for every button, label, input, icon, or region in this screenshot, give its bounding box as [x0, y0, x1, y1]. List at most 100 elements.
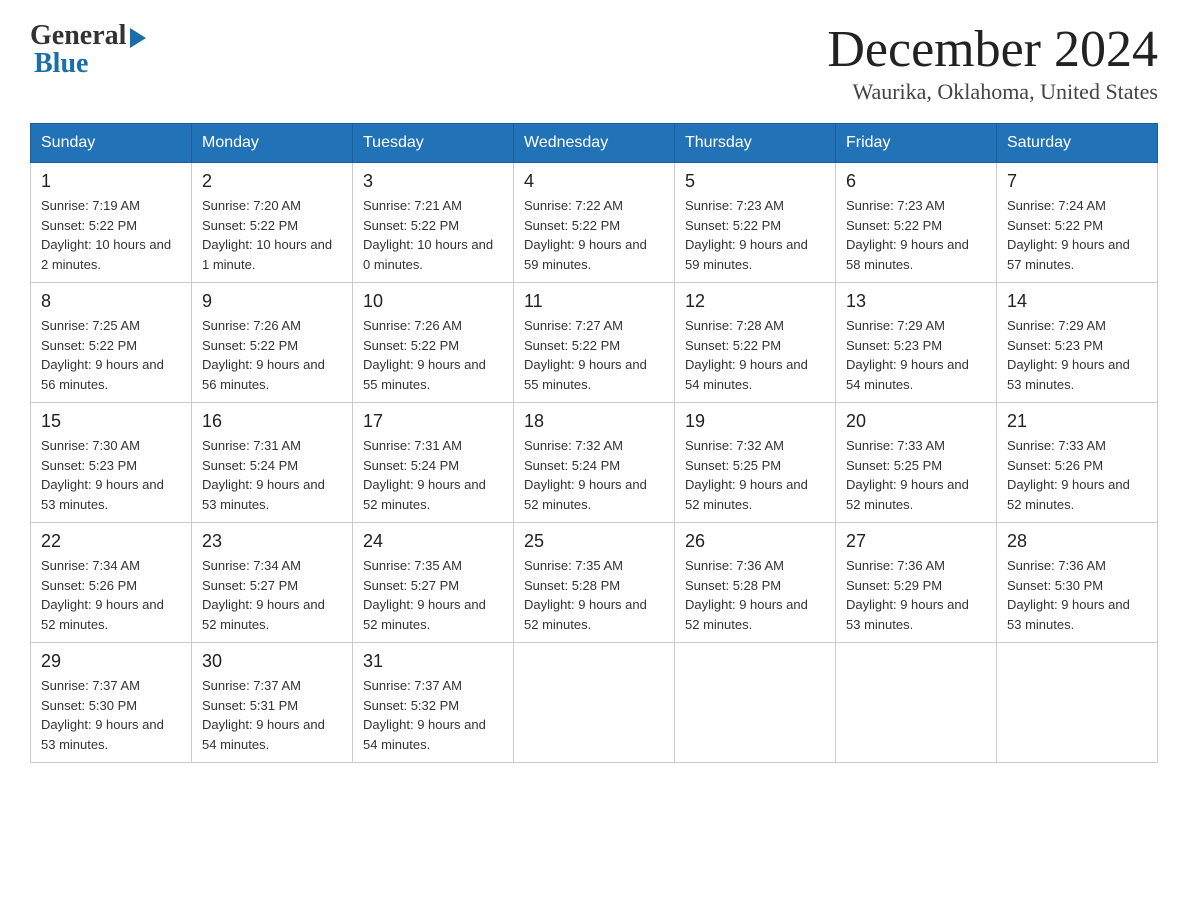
day-info: Sunrise: 7:33 AMSunset: 5:25 PMDaylight:… — [846, 436, 986, 514]
weekday-header-monday: Monday — [192, 124, 353, 163]
calendar-table: SundayMondayTuesdayWednesdayThursdayFrid… — [30, 123, 1158, 763]
calendar-cell: 9 Sunrise: 7:26 AMSunset: 5:22 PMDaylight… — [192, 283, 353, 403]
weekday-header-row: SundayMondayTuesdayWednesdayThursdayFrid… — [31, 124, 1158, 163]
day-info: Sunrise: 7:20 AMSunset: 5:22 PMDaylight:… — [202, 196, 342, 274]
day-number: 26 — [685, 531, 825, 552]
day-info: Sunrise: 7:26 AMSunset: 5:22 PMDaylight:… — [363, 316, 503, 394]
calendar-cell — [997, 643, 1158, 763]
calendar-cell: 30Sunrise: 7:37 AMSunset: 5:31 PMDayligh… — [192, 643, 353, 763]
day-info: Sunrise: 7:37 AMSunset: 5:31 PMDaylight:… — [202, 676, 342, 754]
day-number: 2 — [202, 171, 342, 192]
day-number: 9 — [202, 291, 342, 312]
calendar-cell: 5 Sunrise: 7:23 AMSunset: 5:22 PMDaylight… — [675, 163, 836, 283]
calendar-week-row: 8Sunrise: 7:25 AMSunset: 5:22 PMDaylight… — [31, 283, 1158, 403]
weekday-header-friday: Friday — [836, 124, 997, 163]
calendar-cell: 14 Sunrise: 7:29 AMSunset: 5:23 PMDayligh… — [997, 283, 1158, 403]
header: General Blue December 2024 Waurika, Okla… — [30, 20, 1158, 105]
day-info: Sunrise: 7:23 AMSunset: 5:22 PMDaylight:… — [685, 196, 825, 274]
day-info: Sunrise: 7:35 AMSunset: 5:27 PMDaylight:… — [363, 556, 503, 634]
calendar-cell: 2 Sunrise: 7:20 AMSunset: 5:22 PMDaylight… — [192, 163, 353, 283]
calendar-cell: 6 Sunrise: 7:23 AMSunset: 5:22 PMDaylight… — [836, 163, 997, 283]
day-info: Sunrise: 7:35 AMSunset: 5:28 PMDaylight:… — [524, 556, 664, 634]
weekday-header-sunday: Sunday — [31, 124, 192, 163]
day-number: 4 — [524, 171, 664, 192]
day-info: Sunrise: 7:32 AMSunset: 5:25 PMDaylight:… — [685, 436, 825, 514]
day-number: 19 — [685, 411, 825, 432]
day-info: Sunrise: 7:29 AMSunset: 5:23 PMDaylight:… — [1007, 316, 1147, 394]
day-info: Sunrise: 7:26 AMSunset: 5:22 PMDaylight:… — [202, 316, 342, 394]
day-info: Sunrise: 7:36 AMSunset: 5:28 PMDaylight:… — [685, 556, 825, 634]
title-area: December 2024 Waurika, Oklahoma, United … — [827, 20, 1158, 105]
day-number: 11 — [524, 291, 664, 312]
calendar-cell: 17 Sunrise: 7:31 AMSunset: 5:24 PMDayligh… — [353, 403, 514, 523]
day-info: Sunrise: 7:30 AMSunset: 5:23 PMDaylight:… — [41, 436, 181, 514]
day-number: 23 — [202, 531, 342, 552]
calendar-cell: 19 Sunrise: 7:32 AMSunset: 5:25 PMDayligh… — [675, 403, 836, 523]
day-number: 12 — [685, 291, 825, 312]
calendar-cell: 27Sunrise: 7:36 AMSunset: 5:29 PMDayligh… — [836, 523, 997, 643]
weekday-header-tuesday: Tuesday — [353, 124, 514, 163]
day-number: 22 — [41, 531, 181, 552]
calendar-cell: 22Sunrise: 7:34 AMSunset: 5:26 PMDayligh… — [31, 523, 192, 643]
calendar-cell: 13Sunrise: 7:29 AMSunset: 5:23 PMDayligh… — [836, 283, 997, 403]
day-number: 24 — [363, 531, 503, 552]
day-number: 6 — [846, 171, 986, 192]
calendar-title: December 2024 — [827, 20, 1158, 79]
calendar-week-row: 1Sunrise: 7:19 AMSunset: 5:22 PMDaylight… — [31, 163, 1158, 283]
calendar-week-row: 29Sunrise: 7:37 AMSunset: 5:30 PMDayligh… — [31, 643, 1158, 763]
weekday-header-wednesday: Wednesday — [514, 124, 675, 163]
day-info: Sunrise: 7:24 AMSunset: 5:22 PMDaylight:… — [1007, 196, 1147, 274]
calendar-cell — [675, 643, 836, 763]
logo-arrow-icon — [130, 28, 146, 48]
calendar-cell: 3Sunrise: 7:21 AMSunset: 5:22 PMDaylight… — [353, 163, 514, 283]
calendar-cell: 10Sunrise: 7:26 AMSunset: 5:22 PMDayligh… — [353, 283, 514, 403]
calendar-cell — [514, 643, 675, 763]
day-number: 25 — [524, 531, 664, 552]
day-number: 13 — [846, 291, 986, 312]
day-number: 28 — [1007, 531, 1147, 552]
day-info: Sunrise: 7:28 AMSunset: 5:22 PMDaylight:… — [685, 316, 825, 394]
day-number: 17 — [363, 411, 503, 432]
calendar-cell: 4 Sunrise: 7:22 AMSunset: 5:22 PMDaylight… — [514, 163, 675, 283]
day-number: 8 — [41, 291, 181, 312]
weekday-header-saturday: Saturday — [997, 124, 1158, 163]
day-number: 20 — [846, 411, 986, 432]
weekday-header-thursday: Thursday — [675, 124, 836, 163]
day-info: Sunrise: 7:34 AMSunset: 5:27 PMDaylight:… — [202, 556, 342, 634]
calendar-cell: 15 Sunrise: 7:30 AMSunset: 5:23 PMDayligh… — [31, 403, 192, 523]
calendar-cell: 26 Sunrise: 7:36 AMSunset: 5:28 PMDayligh… — [675, 523, 836, 643]
calendar-subtitle: Waurika, Oklahoma, United States — [827, 79, 1158, 105]
calendar-cell: 24 Sunrise: 7:35 AMSunset: 5:27 PMDayligh… — [353, 523, 514, 643]
day-number: 5 — [685, 171, 825, 192]
day-number: 21 — [1007, 411, 1147, 432]
calendar-cell: 20 Sunrise: 7:33 AMSunset: 5:25 PMDayligh… — [836, 403, 997, 523]
day-info: Sunrise: 7:31 AMSunset: 5:24 PMDaylight:… — [202, 436, 342, 514]
day-number: 15 — [41, 411, 181, 432]
logo-blue-text: Blue — [34, 48, 88, 80]
day-info: Sunrise: 7:27 AMSunset: 5:22 PMDaylight:… — [524, 316, 664, 394]
calendar-cell: 8Sunrise: 7:25 AMSunset: 5:22 PMDaylight… — [31, 283, 192, 403]
day-info: Sunrise: 7:22 AMSunset: 5:22 PMDaylight:… — [524, 196, 664, 274]
calendar-cell: 25 Sunrise: 7:35 AMSunset: 5:28 PMDayligh… — [514, 523, 675, 643]
calendar-cell: 21 Sunrise: 7:33 AMSunset: 5:26 PMDayligh… — [997, 403, 1158, 523]
calendar-week-row: 22Sunrise: 7:34 AMSunset: 5:26 PMDayligh… — [31, 523, 1158, 643]
day-info: Sunrise: 7:33 AMSunset: 5:26 PMDaylight:… — [1007, 436, 1147, 514]
calendar-cell — [836, 643, 997, 763]
day-number: 3 — [363, 171, 503, 192]
calendar-cell: 29Sunrise: 7:37 AMSunset: 5:30 PMDayligh… — [31, 643, 192, 763]
calendar-cell: 12 Sunrise: 7:28 AMSunset: 5:22 PMDayligh… — [675, 283, 836, 403]
day-info: Sunrise: 7:31 AMSunset: 5:24 PMDaylight:… — [363, 436, 503, 514]
day-info: Sunrise: 7:37 AMSunset: 5:32 PMDaylight:… — [363, 676, 503, 754]
calendar-cell: 31Sunrise: 7:37 AMSunset: 5:32 PMDayligh… — [353, 643, 514, 763]
calendar-cell: 7Sunrise: 7:24 AMSunset: 5:22 PMDaylight… — [997, 163, 1158, 283]
day-number: 18 — [524, 411, 664, 432]
day-info: Sunrise: 7:23 AMSunset: 5:22 PMDaylight:… — [846, 196, 986, 274]
calendar-cell: 18 Sunrise: 7:32 AMSunset: 5:24 PMDayligh… — [514, 403, 675, 523]
day-number: 29 — [41, 651, 181, 672]
calendar-cell: 23 Sunrise: 7:34 AMSunset: 5:27 PMDayligh… — [192, 523, 353, 643]
day-number: 14 — [1007, 291, 1147, 312]
day-number: 16 — [202, 411, 342, 432]
day-info: Sunrise: 7:19 AMSunset: 5:22 PMDaylight:… — [41, 196, 181, 274]
day-info: Sunrise: 7:32 AMSunset: 5:24 PMDaylight:… — [524, 436, 664, 514]
calendar-cell: 28Sunrise: 7:36 AMSunset: 5:30 PMDayligh… — [997, 523, 1158, 643]
